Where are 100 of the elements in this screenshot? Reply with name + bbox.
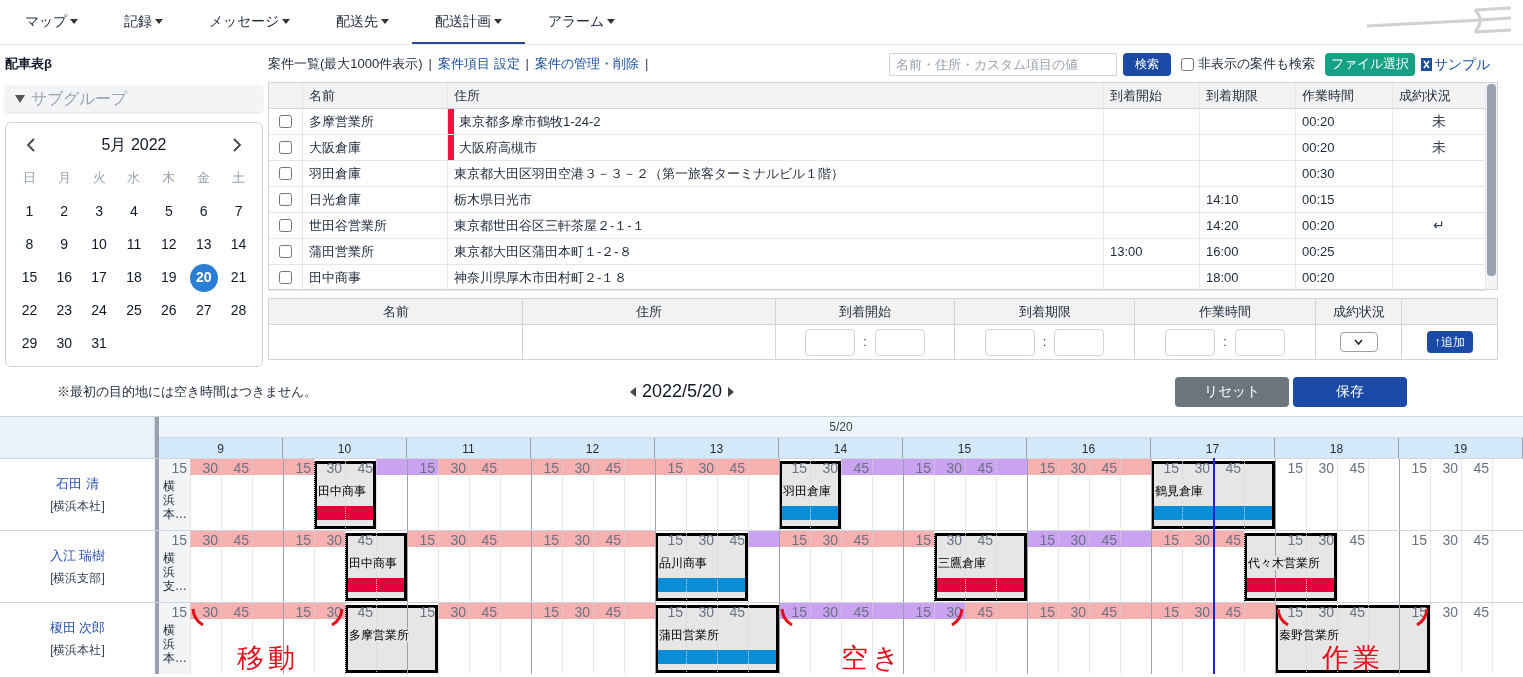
column-header: 到着開始	[839, 302, 891, 321]
calendar-day[interactable]: 21	[224, 263, 253, 292]
calendar-day[interactable]: 6	[189, 197, 218, 226]
nav-tab[interactable]: マップ	[2, 0, 101, 44]
hour-input[interactable]	[805, 328, 856, 356]
calendar-day[interactable]: 24	[85, 296, 114, 325]
job-block[interactable]	[934, 533, 1027, 601]
minute-input[interactable]	[1054, 328, 1105, 356]
minute-input[interactable]	[1234, 328, 1285, 356]
calendar-day[interactable]: 18	[120, 263, 148, 292]
triangle-left-icon[interactable]	[630, 386, 636, 397]
calendar-day[interactable]: 10	[85, 230, 114, 259]
add-button[interactable]: ↑追加	[1426, 331, 1473, 353]
hour-label: 9	[217, 440, 224, 458]
calendar-day[interactable]: 16	[50, 263, 79, 292]
caret-icon	[282, 18, 290, 24]
nav-tab[interactable]: 配送計画	[412, 0, 525, 44]
calendar-day[interactable]: 20	[189, 263, 218, 292]
minute-input[interactable]	[874, 328, 925, 356]
calendar-day[interactable]: 7	[224, 197, 253, 226]
calendar-day[interactable]: 25	[120, 296, 148, 325]
minute-label: 15	[1411, 531, 1428, 548]
nav-tab[interactable]: アラーム	[525, 0, 638, 44]
minute-label: 30	[202, 531, 219, 548]
calendar-day[interactable]: 31	[85, 329, 114, 358]
status-select[interactable]	[1339, 332, 1378, 352]
calendar-day[interactable]: 28	[224, 296, 253, 325]
row-checkbox[interactable]	[279, 115, 292, 128]
sample-link[interactable]: サンプル	[1421, 53, 1490, 75]
row-checkbox[interactable]	[279, 141, 292, 154]
row-checkbox[interactable]	[279, 193, 292, 206]
link[interactable]: 案件の管理・削除	[535, 54, 639, 74]
minute-label: 15	[791, 459, 808, 476]
calendar-day[interactable]: 26	[154, 296, 183, 325]
minute-label: 30	[698, 459, 715, 476]
job-name: 田中商事	[318, 484, 366, 498]
chevron-right-icon[interactable]	[232, 138, 242, 152]
caret-icon	[607, 18, 615, 24]
hidden-search-checkbox[interactable]	[1181, 57, 1194, 71]
driver-name[interactable]: 榎田 次郎	[49, 617, 106, 638]
row-checkbox[interactable]	[279, 271, 292, 284]
minute-label: 30	[822, 531, 839, 548]
job-block[interactable]	[655, 533, 748, 601]
scrollbar-thumb[interactable]	[1487, 84, 1496, 276]
calendar-day[interactable]: 3	[85, 197, 114, 226]
calendar-day[interactable]: 4	[120, 197, 148, 226]
link[interactable]: 案件項目 設定	[437, 54, 520, 74]
hour-input[interactable]	[984, 328, 1035, 356]
table-cell-text: 蒲田営業所	[309, 242, 374, 261]
calendar-day[interactable]: 12	[154, 230, 183, 259]
calendar-day[interactable]: 27	[189, 296, 218, 325]
search-field[interactable]: 名前・住所・カスタム項目の値	[889, 52, 1117, 76]
search-button[interactable]: 検索	[1123, 52, 1171, 76]
calendar-day[interactable]: 11	[120, 230, 148, 259]
hour-label: 19	[1453, 440, 1468, 458]
table-cell-text: 大阪府高槻市	[459, 138, 537, 157]
hour-input[interactable]	[1165, 328, 1216, 356]
calendar-day[interactable]: 30	[50, 329, 79, 358]
calendar-day[interactable]: 29	[15, 329, 44, 358]
row-checkbox[interactable]	[279, 219, 292, 232]
job-block[interactable]	[1275, 605, 1430, 673]
calendar-day[interactable]: 8	[15, 230, 44, 259]
calendar-day[interactable]: 14	[224, 230, 253, 259]
annotation-label: 作業	[1321, 644, 1384, 671]
calendar-day[interactable]: 1	[15, 197, 44, 226]
chevron-left-icon[interactable]	[26, 138, 36, 152]
row-checkbox[interactable]	[279, 245, 292, 258]
job-block[interactable]	[655, 605, 779, 673]
driver-name[interactable]: 石田 清	[56, 473, 99, 494]
calendar-day[interactable]: 5	[154, 197, 183, 226]
column-header: 作業時間	[1302, 86, 1354, 105]
driver-name[interactable]: 入江 瑞樹	[49, 545, 106, 566]
calendar-day[interactable]: 19	[154, 263, 183, 292]
calendar-day[interactable]: 15	[15, 263, 44, 292]
nav-tab[interactable]: 記録	[101, 0, 186, 44]
minute-label: 15	[295, 603, 312, 620]
save-button[interactable]: 保存	[1293, 376, 1407, 407]
job-block[interactable]	[345, 605, 438, 673]
separator: |	[525, 55, 529, 74]
reset-button[interactable]: リセット	[1175, 376, 1289, 407]
scrollbar[interactable]	[1486, 83, 1497, 289]
nav-tab[interactable]: 配送先	[313, 0, 412, 44]
triangle-right-icon[interactable]	[728, 386, 735, 397]
minute-label: 45	[977, 459, 994, 476]
column-header: 到着期限	[1018, 302, 1071, 321]
calendar-day[interactable]: 23	[50, 296, 79, 325]
job-block[interactable]	[1151, 461, 1275, 529]
minute-label: 30	[946, 459, 963, 476]
minute-label: 45	[729, 459, 746, 476]
nav-tab[interactable]: メッセージ	[186, 0, 313, 44]
calendar-day[interactable]: 17	[85, 263, 114, 292]
row-checkbox[interactable]	[279, 167, 292, 180]
minute-label: 45	[357, 603, 374, 620]
calendar-day[interactable]: 22	[15, 296, 44, 325]
calendar-day[interactable]: 2	[50, 197, 79, 226]
minute-label: 45	[1473, 459, 1490, 476]
calendar-day[interactable]: 9	[50, 230, 79, 259]
calendar-day[interactable]: 13	[189, 230, 218, 259]
minute-label: 45	[977, 531, 994, 548]
job-name: 秦野営業所	[1279, 628, 1339, 642]
